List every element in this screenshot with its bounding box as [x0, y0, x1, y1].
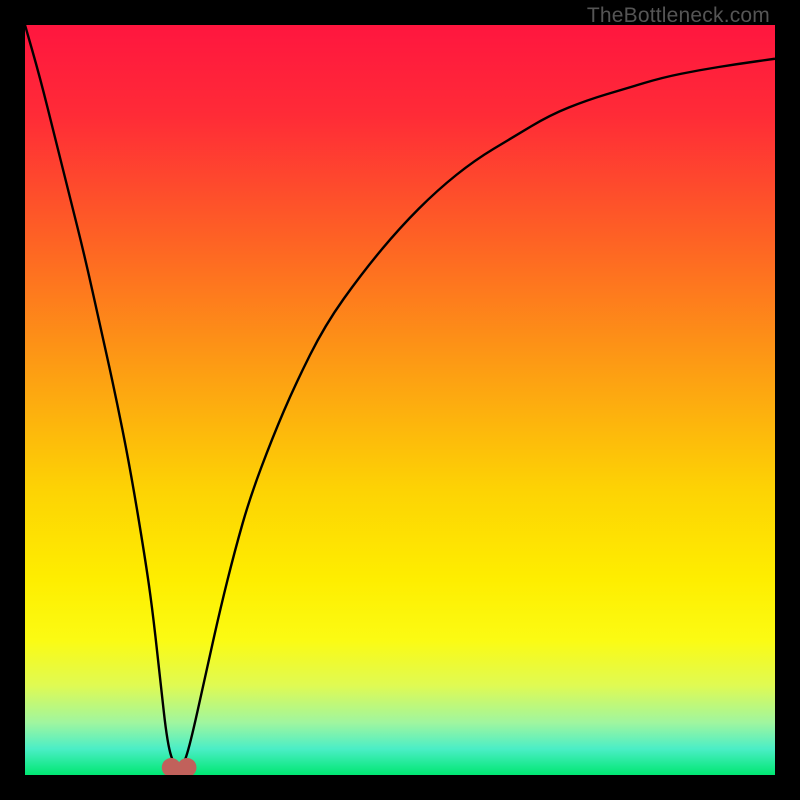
curve-layer — [25, 25, 775, 775]
chart-frame: TheBottleneck.com — [0, 0, 800, 800]
bottleneck-curve — [25, 25, 775, 768]
valley-right — [178, 758, 197, 775]
plot-area — [25, 25, 775, 775]
watermark-text: TheBottleneck.com — [587, 4, 770, 28]
valley-markers — [162, 758, 197, 775]
